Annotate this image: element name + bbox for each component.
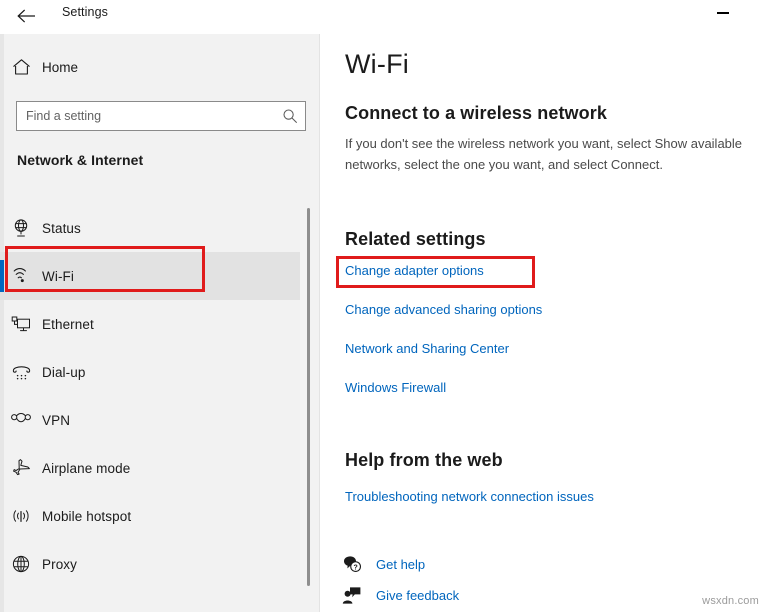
proxy-globe-icon: [0, 554, 42, 574]
search-icon: [275, 108, 305, 124]
sidebar-item-ethernet[interactable]: Ethernet: [0, 300, 300, 348]
feedback-person-icon: [342, 586, 376, 605]
sidebar-item-proxy[interactable]: Proxy: [0, 540, 300, 588]
link-troubleshooting-network-connection-issues[interactable]: Troubleshooting network connection issue…: [345, 489, 594, 504]
airplane-icon: [0, 458, 42, 478]
sidebar-scrollbar[interactable]: [306, 208, 311, 586]
sidebar-item-dial-up-label: Dial-up: [42, 364, 86, 380]
related-settings-heading: Related settings: [345, 229, 486, 249]
mobile-hotspot-icon: [0, 507, 42, 525]
question-bubble-icon: ?: [342, 555, 376, 574]
page-title: Wi-Fi: [345, 49, 409, 79]
sidebar-item-home[interactable]: Home: [0, 50, 300, 84]
sidebar-category-title: Network & Internet: [17, 152, 144, 168]
search-box[interactable]: [16, 101, 306, 131]
sidebar-item-wifi-label: Wi-Fi: [42, 268, 74, 284]
minimize-icon: [717, 12, 729, 14]
sidebar-nav-list: Status Wi-Fi Ethernet Dial-up VPN Airpla…: [0, 204, 300, 588]
sidebar-item-airplane-mode[interactable]: Airplane mode: [0, 444, 300, 492]
link-change-adapter-options[interactable]: Change adapter options: [345, 263, 484, 278]
settings-window: Settings Home Find a setting Network & I…: [0, 0, 767, 612]
back-arrow-icon: [17, 9, 35, 23]
link-network-and-sharing-center[interactable]: Network and Sharing Center: [345, 341, 509, 356]
watermark: wsxdn.com: [702, 595, 759, 607]
ethernet-icon: [0, 315, 42, 333]
vpn-icon: [0, 412, 42, 428]
sidebar-item-status-label: Status: [42, 220, 81, 236]
sidebar-item-mobile-hotspot-label: Mobile hotspot: [42, 508, 132, 524]
dialup-phone-icon: [0, 363, 42, 381]
search-input[interactable]: [17, 102, 275, 130]
sidebar-divider: [319, 0, 320, 612]
status-globe-icon: [0, 218, 42, 238]
connect-section-description: If you don't see the wireless network yo…: [345, 136, 743, 172]
sidebar: Home Network & Internet: [0, 0, 320, 612]
sidebar-item-airplane-mode-label: Airplane mode: [42, 460, 131, 476]
get-help-button[interactable]: ? Get help: [342, 555, 425, 574]
minimize-button[interactable]: [706, 0, 740, 26]
sidebar-item-wifi[interactable]: Wi-Fi: [0, 252, 300, 300]
sidebar-item-home-label: Home: [42, 59, 79, 75]
window-title: Settings: [62, 5, 108, 19]
connect-section-heading: Connect to a wireless network: [345, 103, 607, 123]
title-bar: Settings: [0, 0, 767, 34]
sidebar-item-dial-up[interactable]: Dial-up: [0, 348, 300, 396]
link-change-advanced-sharing-options[interactable]: Change advanced sharing options: [345, 302, 542, 317]
give-feedback-button[interactable]: Give feedback: [342, 586, 459, 605]
sidebar-item-vpn[interactable]: VPN: [0, 396, 300, 444]
svg-text:?: ?: [353, 564, 357, 571]
wifi-icon: [0, 267, 42, 285]
sidebar-item-status[interactable]: Status: [0, 204, 300, 252]
home-icon: [0, 58, 42, 76]
back-button[interactable]: [12, 2, 42, 30]
sidebar-item-ethernet-label: Ethernet: [42, 316, 94, 332]
main-content: Wi-Fi Connect to a wireless network If y…: [320, 0, 767, 612]
selection-indicator: [0, 260, 4, 292]
sidebar-item-vpn-label: VPN: [42, 412, 71, 428]
sidebar-scrollbar-thumb[interactable]: [307, 208, 310, 586]
link-windows-firewall[interactable]: Windows Firewall: [345, 380, 446, 395]
give-feedback-label: Give feedback: [376, 588, 460, 603]
get-help-label: Get help: [376, 557, 426, 572]
sidebar-item-proxy-label: Proxy: [42, 556, 78, 572]
sidebar-item-mobile-hotspot[interactable]: Mobile hotspot: [0, 492, 300, 540]
help-from-web-heading: Help from the web: [345, 450, 503, 470]
